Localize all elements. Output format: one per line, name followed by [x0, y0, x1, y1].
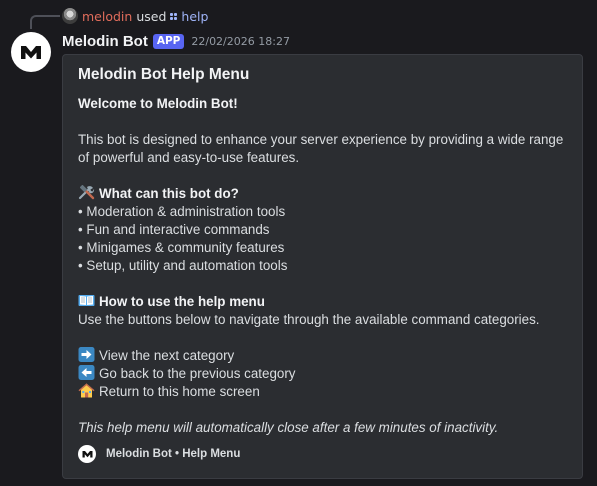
timeout-note: This help menu will automatically close … — [78, 420, 499, 435]
howto-heading: How to use the help menu — [99, 294, 265, 309]
nav-next-row: View the next category — [78, 347, 573, 365]
bot-avatar[interactable] — [11, 32, 51, 72]
nav-back-row: Go back to the previous category — [78, 365, 573, 383]
help-embed: Melodin Bot Help Menu Welcome to Melodin… — [62, 54, 583, 479]
nav-home-text: Return to this home screen — [99, 384, 260, 399]
feature-item: • Setup, utility and automation tools — [78, 258, 288, 273]
welcome-text: Welcome to Melodin Bot! — [78, 96, 238, 111]
features-heading: What can this bot do? — [99, 186, 239, 201]
reply-command-label: help — [181, 8, 209, 24]
features-heading-row: What can this bot do? — [78, 185, 573, 203]
footer-text: Melodin Bot • Help Menu — [106, 448, 241, 460]
feature-item: • Fun and interactive commands — [78, 222, 270, 237]
melodin-logo-icon — [82, 451, 92, 458]
howto-heading-row: How to use the help menu — [78, 293, 573, 311]
embed-footer: Melodin Bot • Help Menu — [78, 445, 240, 463]
intro-line-2: of powerful and easy-to-use features. — [78, 150, 300, 165]
feature-item: • Moderation & administration tools — [78, 204, 286, 219]
howto-text: Use the buttons below to navigate throug… — [78, 312, 540, 327]
bot-name[interactable]: Melodin Bot — [62, 33, 148, 50]
embed-description: Welcome to Melodin Bot! This bot is desi… — [78, 95, 573, 437]
feature-item: • Minigames & community features — [78, 240, 285, 255]
nav-home-row: Return to this home screen — [78, 383, 573, 401]
nav-back-text: Go back to the previous category — [99, 366, 296, 381]
intro-line-1: This bot is designed to enhance your ser… — [78, 132, 564, 147]
footer-logo — [78, 445, 96, 463]
slash-command-icon — [170, 12, 178, 20]
message-timestamp: 22/02/2026 18:27 — [191, 34, 290, 48]
reply-command[interactable]: help — [170, 9, 208, 24]
reply-action-text: used — [136, 8, 167, 24]
reply-reference[interactable]: melodin used help — [62, 7, 208, 25]
open-book-icon — [78, 293, 95, 308]
hammer-wrench-icon — [78, 185, 95, 200]
nav-next-text: View the next category — [99, 348, 235, 363]
right-arrow-icon — [78, 347, 95, 362]
embed-title: Melodin Bot Help Menu — [78, 66, 250, 83]
house-icon — [78, 383, 95, 398]
reply-user-avatar-icon[interactable] — [62, 8, 78, 24]
message-header: Melodin Bot APP 22/02/2026 18:27 — [62, 31, 290, 51]
left-arrow-icon — [78, 365, 95, 380]
melodin-logo-icon — [21, 46, 41, 59]
app-badge: APP — [152, 33, 185, 49]
reply-connector-line — [30, 15, 60, 29]
reply-username[interactable]: melodin — [82, 9, 132, 24]
